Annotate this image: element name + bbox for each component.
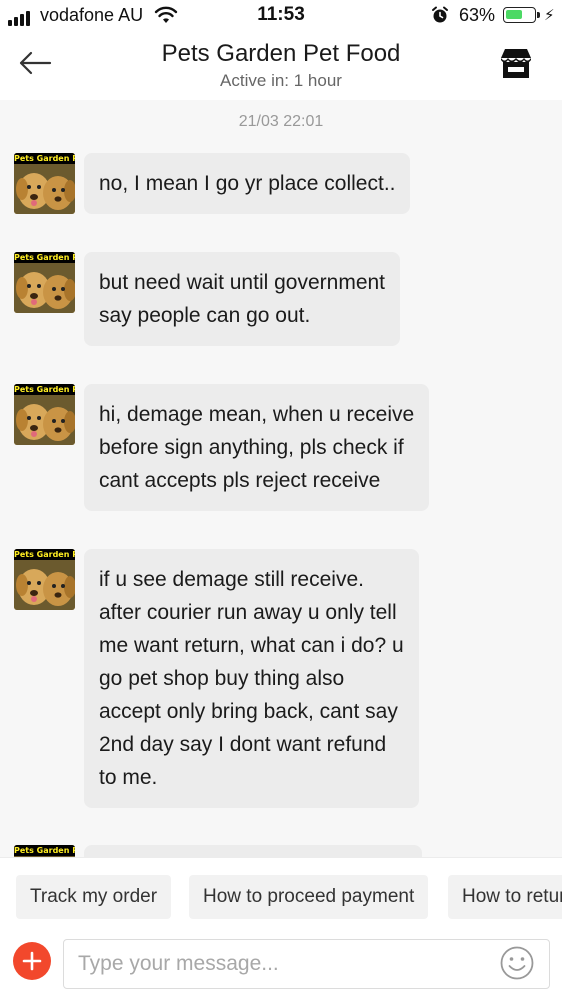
shop-avatar[interactable]: Pets Garden Pet Food — [14, 845, 75, 857]
message-input[interactable] — [63, 939, 550, 989]
emoji-button[interactable] — [499, 945, 535, 981]
chat-message-list[interactable]: 21/03 22:01 Pets Garden Pet Food no, I m… — [0, 100, 562, 857]
smiley-icon — [500, 946, 534, 980]
chat-header: Pets Garden Pet Food Active in: 1 hour — [0, 32, 562, 100]
message-bubble: if u see demage still receive. after cou… — [84, 549, 419, 808]
message-timestamp: 21/03 22:01 — [238, 113, 324, 130]
message-bubble: but need wait until government say peopl… — [84, 252, 401, 346]
battery-cap — [537, 12, 540, 18]
charging-bolt-icon: ⚡ — [544, 7, 555, 24]
shop-avatar[interactable]: Pets Garden Pet Food — [14, 153, 75, 214]
battery-icon — [503, 7, 536, 23]
plus-icon — [22, 951, 42, 971]
store-icon — [501, 49, 531, 78]
quick-reply-track-order[interactable]: Track my order — [16, 875, 172, 919]
add-attachment-button[interactable] — [13, 942, 51, 980]
quick-reply-payment[interactable]: How to proceed payment — [189, 875, 429, 919]
avatar-label: Pets Garden Pet Food — [14, 549, 75, 560]
quick-reply-bar: Track my order How to proceed payment Ho… — [0, 857, 562, 927]
shop-name-title: Pets Garden Pet Food — [161, 40, 401, 67]
shop-avatar[interactable]: Pets Garden Pet Food — [14, 252, 75, 313]
message-input-bar — [0, 927, 562, 1000]
quick-reply-return[interactable]: How to return — [448, 875, 562, 919]
avatar-label: Pets Garden Pet Food — [14, 384, 75, 395]
shop-active-status: Active in: 1 hour — [220, 71, 342, 90]
battery-percentage: 63% — [459, 5, 496, 25]
shop-avatar[interactable]: Pets Garden Pet Food — [14, 549, 75, 610]
message-bubble — [84, 845, 422, 857]
shop-avatar[interactable]: Pets Garden Pet Food — [14, 384, 75, 445]
avatar-label: Pets Garden Pet Food — [14, 252, 75, 263]
alarm-icon — [432, 6, 448, 23]
avatar-label: Pets Garden Pet Food — [14, 845, 75, 856]
message-bubble: no, I mean I go yr place collect.. — [84, 153, 411, 214]
store-button[interactable] — [498, 46, 534, 80]
battery-level-fill — [506, 10, 522, 19]
status-bar: vodafone AU 11:53 63% ⚡ — [0, 0, 562, 32]
message-bubble: hi, demage mean, when u receive before s… — [84, 384, 430, 511]
avatar-label: Pets Garden Pet Food — [14, 153, 75, 164]
